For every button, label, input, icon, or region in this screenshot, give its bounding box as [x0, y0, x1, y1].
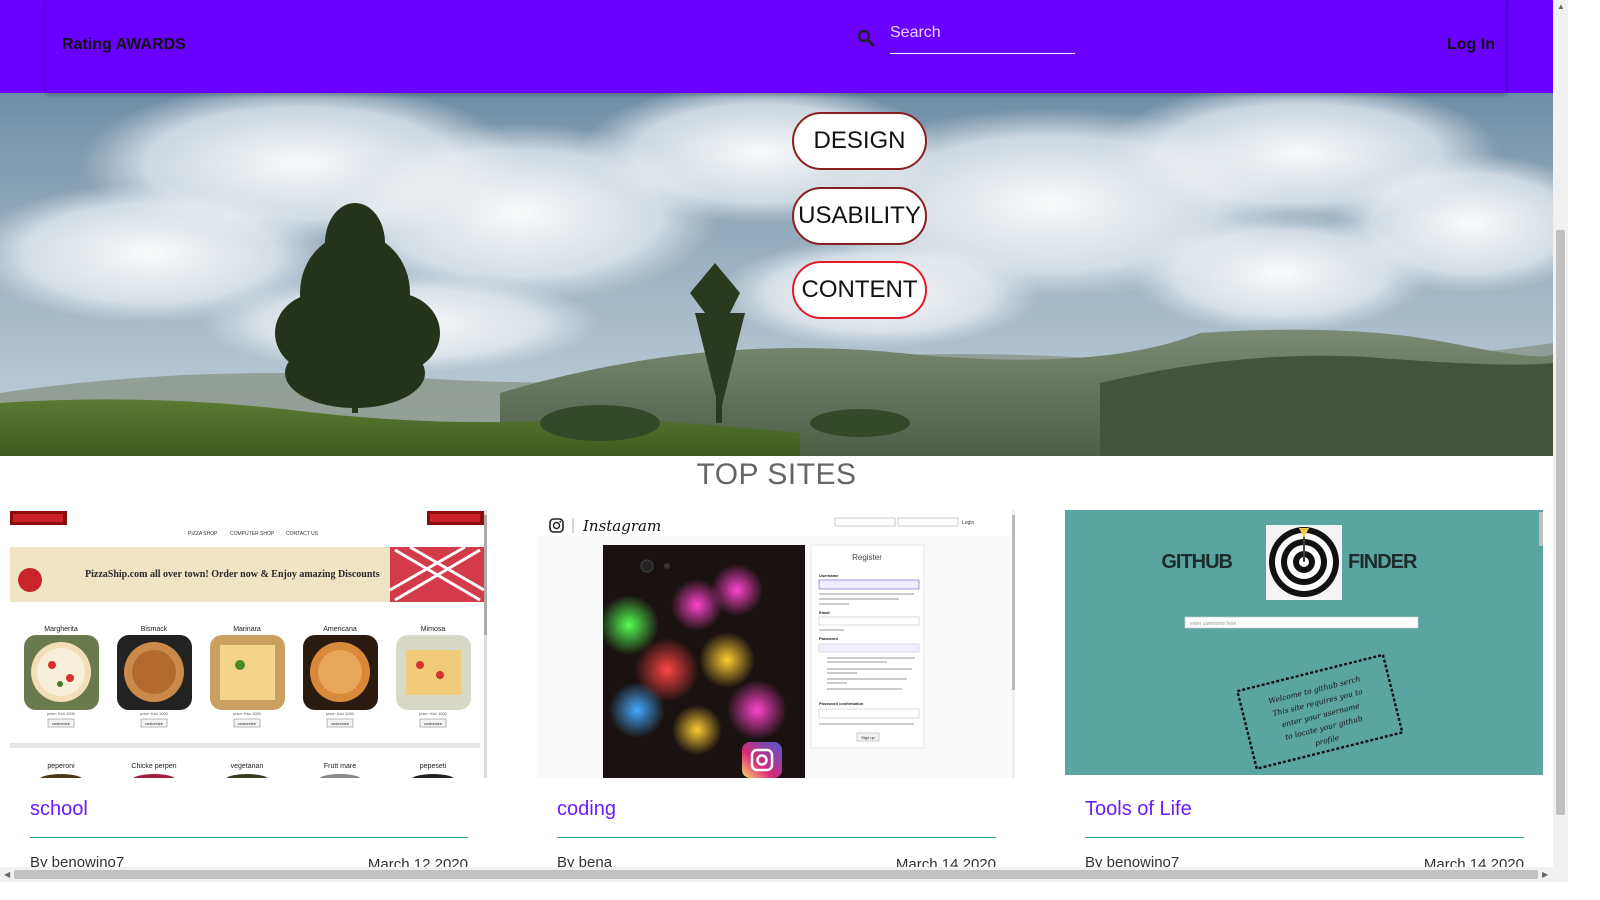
- target-icon: [1266, 525, 1342, 600]
- svg-text:Marinara: Marinara: [233, 626, 261, 633]
- svg-text:Mimosa: Mimosa: [421, 626, 446, 633]
- hero-landscape-image: [0, 93, 1553, 456]
- vertical-scroll-thumb[interactable]: [1556, 230, 1565, 815]
- svg-text:Frutt mare: Frutt mare: [324, 763, 356, 770]
- svg-text:vegetarian: vegetarian: [231, 763, 264, 770]
- pizza-nav-3: CONTACT US: [286, 531, 319, 537]
- svg-text:customize: customize: [52, 721, 71, 726]
- svg-text:Email: Email: [819, 610, 830, 615]
- card-coding-divider: [557, 837, 996, 838]
- svg-text:price: Ksh 1000: price: Ksh 1000: [233, 711, 262, 716]
- scroll-left-icon[interactable]: ◀: [4, 870, 10, 879]
- svg-text:customize: customize: [424, 721, 443, 726]
- design-button[interactable]: DESIGN: [792, 112, 927, 170]
- content-button[interactable]: CONTENT: [792, 261, 927, 319]
- pizza-nav-2: COMPUTER SHOP: [230, 531, 275, 537]
- scroll-up-icon[interactable]: ▲: [1557, 2, 1565, 11]
- svg-text:Margherita: Margherita: [44, 626, 78, 633]
- hero-banner: DESIGN USABILITY CONTENT: [0, 93, 1553, 456]
- svg-text:customize: customize: [238, 721, 257, 726]
- page: Rating AWARDS Log In: [0, 0, 1568, 882]
- github-logo-left: GITHUB: [1161, 551, 1232, 573]
- login-link[interactable]: Log In: [1447, 36, 1495, 54]
- svg-text:pepeseti: pepeseti: [420, 763, 447, 770]
- svg-text:Password confirmation: Password confirmation: [819, 701, 864, 706]
- card-tools-of-life-title[interactable]: Tools of Life: [1085, 798, 1192, 821]
- horizontal-scrollbar[interactable]: ◀ ▶: [0, 867, 1568, 882]
- vertical-scrollbar[interactable]: ▲: [1553, 0, 1568, 882]
- instagram-logotype: Instagram: [582, 517, 661, 535]
- top-sites-heading: TOP SITES: [696, 458, 857, 491]
- card-tools-scrollbar[interactable]: [1539, 512, 1543, 546]
- card-coding-image[interactable]: Instagram Login Register Username Email …: [537, 510, 1015, 778]
- card-school-divider: [30, 837, 468, 838]
- card-coding-title[interactable]: coding: [557, 798, 616, 821]
- svg-text:price: Ksh 1000: price: Ksh 1000: [326, 711, 355, 716]
- svg-text:price: Ksh 1000: price: Ksh 1000: [419, 711, 448, 716]
- svg-text:peperoni: peperoni: [47, 763, 75, 770]
- github-search-placeholder: enter username here: [1190, 621, 1237, 627]
- svg-text:Bismack: Bismack: [141, 626, 168, 633]
- register-heading: Register: [852, 553, 882, 562]
- brand-link[interactable]: Rating AWARDS: [62, 36, 186, 54]
- svg-text:Sign up: Sign up: [861, 735, 875, 740]
- svg-text:price: Ksh 1000: price: Ksh 1000: [47, 711, 76, 716]
- card-tools-of-life-image[interactable]: GITHUB FINDER enter username here Welcom…: [1065, 510, 1543, 775]
- search-icon[interactable]: [857, 29, 875, 47]
- card-school-title[interactable]: school: [30, 798, 88, 821]
- svg-text:Chicke perperi: Chicke perperi: [131, 763, 177, 770]
- svg-text:price: Ksh 1000: price: Ksh 1000: [140, 711, 169, 716]
- search-input[interactable]: [890, 17, 1075, 54]
- scroll-right-icon[interactable]: ▶: [1542, 870, 1548, 879]
- navbar: Rating AWARDS Log In: [0, 0, 1553, 93]
- pizza-banner-text: PizzaShip.com all over town! Order now &…: [85, 569, 380, 580]
- svg-text:customize: customize: [331, 721, 350, 726]
- usability-button[interactable]: USABILITY: [792, 187, 927, 245]
- svg-text:Password: Password: [819, 636, 838, 641]
- horizontal-scroll-thumb[interactable]: [14, 870, 1538, 879]
- svg-text:customize: customize: [145, 721, 164, 726]
- pizza-nav-1: PIZZA SHOP: [188, 531, 218, 537]
- card-school-image[interactable]: PIZZA SHOP COMPUTER SHOP CONTACT US Pizz…: [10, 510, 487, 778]
- github-logo-right: FINDER: [1348, 551, 1418, 573]
- svg-text:Login: Login: [962, 520, 974, 526]
- svg-text:Americana: Americana: [323, 626, 357, 633]
- svg-text:Username: Username: [819, 573, 839, 578]
- card-tools-of-life-divider: [1085, 837, 1524, 838]
- navbar-inner: [45, 0, 1507, 93]
